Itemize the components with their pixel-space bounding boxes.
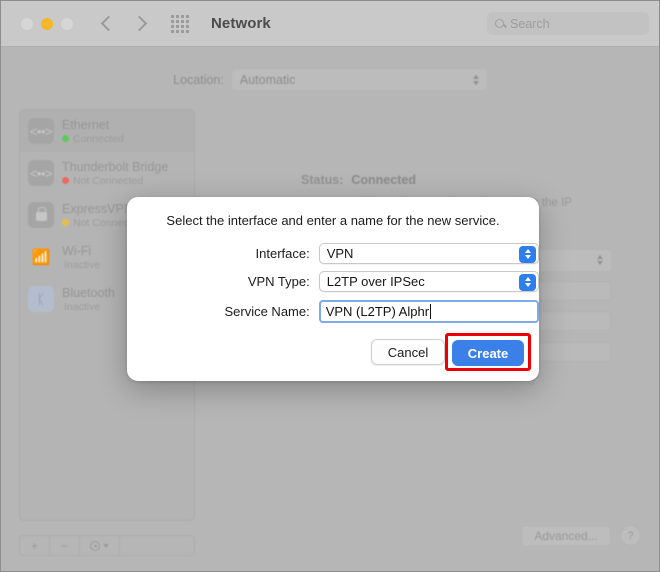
status-value: Connected — [351, 173, 416, 187]
service-name: Bluetooth — [62, 285, 115, 300]
chevron-updown-icon[interactable] — [519, 273, 536, 291]
search-input[interactable]: Search — [487, 12, 649, 35]
back-arrow-icon[interactable] — [100, 15, 117, 32]
interface-row: Interface: VPN — [127, 243, 539, 264]
help-button[interactable]: ? — [620, 525, 641, 546]
location-value: Automatic — [239, 72, 296, 87]
interface-popup[interactable]: VPN — [318, 243, 539, 264]
service-status: Inactive — [64, 300, 101, 313]
add-service-button[interactable]: + — [20, 536, 50, 555]
forward-arrow-icon[interactable] — [131, 15, 148, 32]
service-name: Ethernet — [62, 117, 110, 132]
zoom-button[interactable] — [61, 17, 73, 30]
minimize-button[interactable] — [41, 17, 53, 30]
service-list-toolbar: + − — [19, 535, 195, 556]
service-name: Wi-Fi — [62, 243, 92, 258]
chevron-updown-icon[interactable] — [519, 245, 536, 263]
close-button[interactable] — [21, 17, 33, 30]
location-row: Location: Automatic — [1, 69, 659, 90]
chevron-updown-icon — [472, 74, 479, 85]
bluetooth-icon: ᛕ — [28, 286, 54, 312]
vpn-type-label: VPN Type: — [247, 274, 310, 289]
create-button[interactable]: Create — [452, 340, 524, 366]
sidebar-item-ethernet[interactable]: <••> Ethernet Connected — [20, 110, 194, 152]
interface-value: VPN — [326, 246, 354, 261]
show-all-icon[interactable] — [171, 14, 189, 33]
create-button-highlight: Create — [445, 333, 531, 371]
service-name-row: Service Name: VPN (L2TP) Alphr — [127, 300, 539, 323]
service-actions-button[interactable] — [80, 536, 120, 555]
page-title: Network — [211, 15, 271, 32]
status-row: Status: Connected — [301, 173, 416, 187]
remove-service-button[interactable]: − — [50, 536, 80, 555]
dialog-title: Select the interface and enter a name fo… — [166, 213, 500, 228]
location-popup[interactable]: Automatic — [231, 69, 487, 90]
service-name: Thunderbolt Bridge — [62, 159, 169, 174]
toolbar-filler — [120, 536, 194, 555]
service-name-input[interactable]: VPN (L2TP) Alphr — [318, 300, 539, 323]
vpn-type-row: VPN Type: L2TP over IPSec — [127, 271, 539, 292]
vpn-type-popup[interactable]: L2TP over IPSec — [318, 271, 539, 292]
advanced-button[interactable]: Advanced... — [521, 525, 611, 547]
wifi-icon: 📶 — [31, 248, 51, 266]
ethernet-icon: <••> — [28, 160, 54, 186]
sidebar-item-thunderbolt-bridge[interactable]: <••> Thunderbolt Bridge Not Connected — [20, 152, 194, 194]
service-name-label: Service Name: — [224, 304, 310, 319]
service-status: Inactive — [64, 258, 101, 271]
chevron-down-icon — [103, 543, 109, 548]
window-titlebar: Network Search — [1, 1, 659, 47]
network-preferences-window: Network Search Location: Automatic <••> — [0, 0, 660, 572]
service-status: Not Connected — [62, 175, 168, 187]
service-name-value: VPN (L2TP) Alphr — [325, 304, 430, 319]
gear-icon — [90, 540, 100, 551]
vpn-type-value: L2TP over IPSec — [326, 274, 425, 289]
chevron-updown-icon — [597, 255, 603, 265]
lock-icon — [28, 202, 54, 228]
interface-label: Interface: — [255, 246, 310, 261]
text-caret — [429, 304, 431, 319]
search-placeholder: Search — [510, 16, 550, 31]
cancel-button[interactable]: Cancel — [371, 339, 445, 365]
service-status: Connected — [62, 133, 124, 145]
location-label: Location: — [173, 72, 224, 87]
ethernet-icon: <••> — [28, 118, 54, 144]
status-label: Status: — [301, 173, 344, 187]
navigation-arrows — [100, 15, 148, 32]
search-icon — [495, 19, 504, 28]
traffic-lights — [21, 17, 73, 30]
